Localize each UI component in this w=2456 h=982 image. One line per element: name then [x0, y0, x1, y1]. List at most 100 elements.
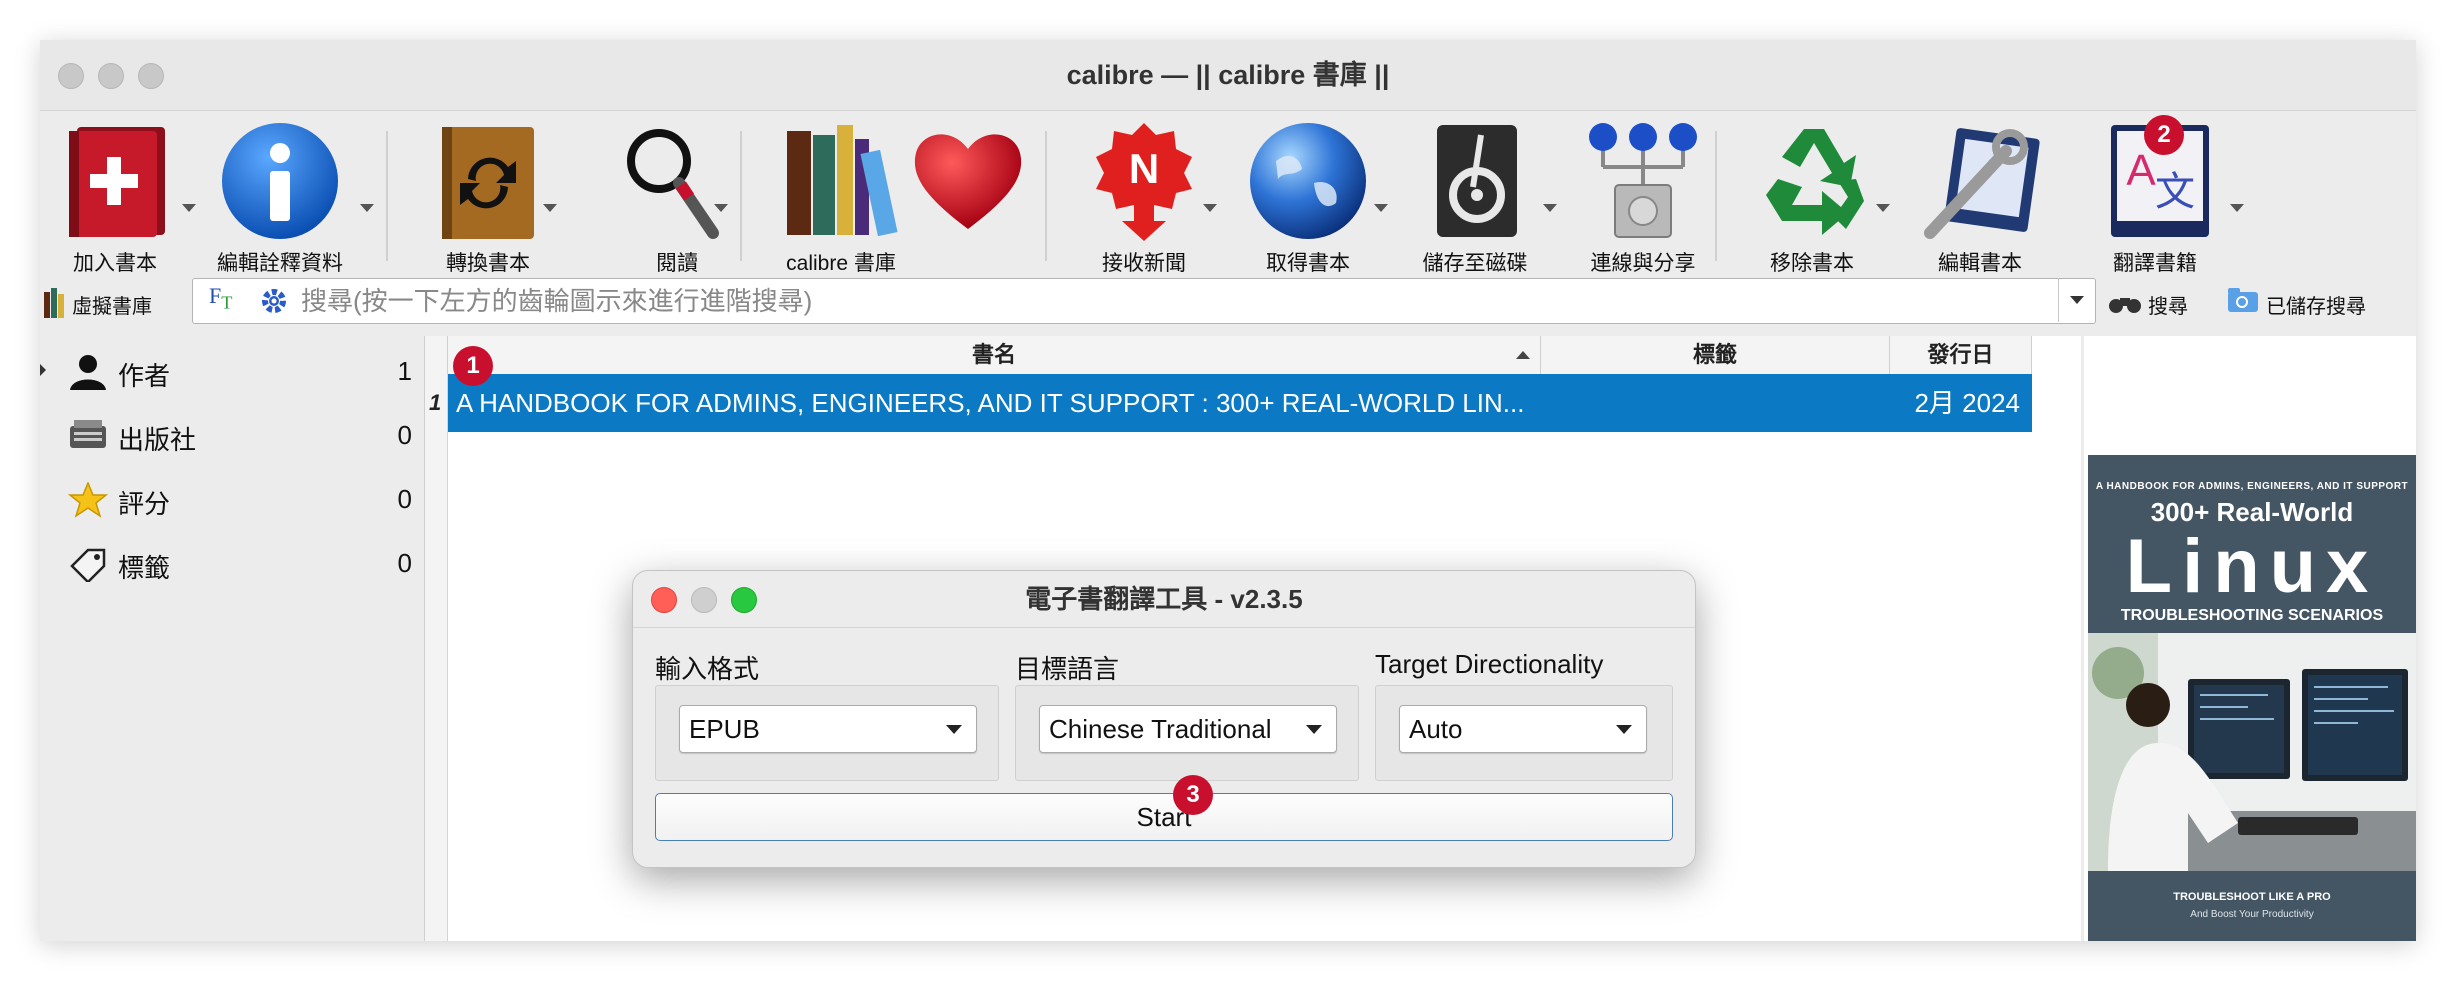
- tag-browser-label: 作者: [118, 361, 171, 391]
- globe-icon: [1248, 121, 1368, 241]
- tag-icon: [70, 548, 106, 582]
- tag-browser-item-rating[interactable]: 評分 0: [50, 472, 420, 528]
- book-date-cell: 2月 2024: [1914, 388, 2020, 418]
- person-icon: [70, 355, 106, 390]
- input-format-select[interactable]: EPUB: [679, 705, 977, 753]
- toolbar-separator: [740, 131, 742, 261]
- full-text-search-icon[interactable]: FT: [209, 283, 232, 313]
- svg-text:N: N: [1129, 145, 1159, 192]
- row-number-gutter: 1: [425, 374, 448, 941]
- expand-arrow-icon[interactable]: [40, 364, 46, 376]
- tag-browser-count: 0: [397, 548, 412, 578]
- book-title-cell: A HANDBOOK FOR ADMINS, ENGINEERS, AND IT…: [456, 388, 1525, 418]
- chevron-down-icon: [946, 725, 962, 734]
- step-badge-2: 2: [2144, 115, 2184, 155]
- toolbar-donate[interactable]: [893, 121, 1043, 281]
- fetch-news-dropdown[interactable]: [1203, 204, 1217, 212]
- target-language-select[interactable]: Chinese Traditional: [1039, 705, 1337, 753]
- toolbar-read[interactable]: 閱讀: [602, 121, 752, 281]
- translation-dialog: 電子書翻譯工具 - v2.3.5 輸入格式 EPUB 目標語言 Chinese …: [632, 570, 1696, 868]
- toolbar-separator: [1045, 131, 1047, 261]
- tag-browser: 作者 1 出版社 0 評分 0 標籤 0: [40, 340, 420, 941]
- row-number: 1: [429, 390, 442, 415]
- start-button[interactable]: Start: [655, 793, 1673, 841]
- sort-ascending-icon: [1516, 351, 1530, 359]
- chevron-down-icon: [1306, 725, 1322, 734]
- table-row[interactable]: A HANDBOOK FOR ADMINS, ENGINEERS, AND IT…: [448, 374, 2032, 432]
- column-header-tags[interactable]: 標籤: [1541, 336, 1890, 375]
- info-icon: [220, 121, 340, 241]
- target-direction-select[interactable]: Auto: [1399, 705, 1647, 753]
- remove-book-dropdown[interactable]: [1876, 204, 1890, 212]
- star-icon: [68, 482, 108, 518]
- get-books-dropdown[interactable]: [1374, 204, 1388, 212]
- saved-search-folder-icon: [2228, 288, 2258, 312]
- target-direction-label: Target Directionality: [1375, 649, 1604, 679]
- toolbar-remove-book[interactable]: 移除書本: [1737, 121, 1887, 281]
- saved-search-button[interactable]: 已儲存搜尋: [2228, 282, 2378, 322]
- column-header-title-label: 書名: [971, 342, 1016, 367]
- cover-line4: TROUBLESHOOTING SCENARIOS: [2120, 607, 2384, 624]
- cover-panel: A HANDBOOK FOR ADMINS, ENGINEERS, AND IT…: [2084, 336, 2416, 941]
- cover-top-line: A HANDBOOK FOR ADMINS, ENGINEERS, AND IT…: [2095, 481, 2409, 492]
- toolbar-edit-metadata[interactable]: 編輯詮釋資料: [205, 121, 355, 281]
- toolbar-save-to-disk[interactable]: 儲存至磁碟: [1400, 121, 1550, 281]
- tag-browser-label: 標籤: [118, 553, 171, 583]
- toolbar-fetch-news[interactable]: N 接收新聞: [1069, 121, 1219, 281]
- toolbar-connect-share[interactable]: 連線與分享: [1568, 121, 1718, 281]
- save-to-disk-dropdown[interactable]: [1543, 204, 1557, 212]
- window-title: calibre — || calibre 書庫 ||: [1066, 60, 1390, 90]
- column-header-date[interactable]: 發行日: [1890, 336, 2032, 375]
- virtual-library-label: 虛擬書庫: [72, 296, 152, 318]
- toolbar-edit-book[interactable]: 編輯書本: [1905, 121, 2055, 281]
- edit-metadata-dropdown[interactable]: [360, 204, 374, 212]
- recycle-icon: [1752, 121, 1872, 241]
- publisher-icon: [70, 420, 106, 448]
- search-row: 虛擬書庫 FT 搜尋(按一下左方的齒輪圖示來進行進階搜尋) 搜尋 已儲存搜尋: [40, 270, 2416, 336]
- column-header-title[interactable]: 書名: [448, 336, 1541, 375]
- tag-browser-item-publisher[interactable]: 出版社 0: [50, 408, 420, 464]
- input-format-label: 輸入格式: [655, 654, 760, 684]
- toolbar-separator: [1715, 131, 1717, 261]
- search-history-dropdown[interactable]: [2058, 278, 2095, 322]
- translate-book-dropdown[interactable]: [2230, 204, 2244, 212]
- row-number-header: [425, 336, 448, 375]
- convert-book-dropdown[interactable]: [543, 204, 557, 212]
- cover-title: Linux: [2125, 524, 2379, 609]
- toolbar-convert-book[interactable]: 轉換書本: [413, 121, 563, 281]
- edit-book-icon: [1920, 121, 2040, 241]
- tag-browser-count: 0: [397, 420, 412, 450]
- column-header-tags-label: 標籤: [1692, 342, 1737, 367]
- search-button[interactable]: 搜尋: [2108, 282, 2198, 322]
- heart-icon: [908, 121, 1028, 241]
- binoculars-icon: [2109, 298, 2141, 313]
- gear-icon[interactable]: [259, 286, 289, 316]
- add-book-dropdown[interactable]: [182, 204, 196, 212]
- search-input[interactable]: FT 搜尋(按一下左方的齒輪圖示來進行進階搜尋): [192, 278, 2096, 324]
- search-button-label: 搜尋: [2148, 296, 2188, 318]
- target-language-label: 目標語言: [1015, 654, 1120, 684]
- title-bar: calibre — || calibre 書庫 ||: [40, 40, 2416, 111]
- cover-footer2: And Boost Your Productivity: [2190, 909, 2314, 920]
- target-language-value: Chinese Traditional: [1049, 714, 1272, 744]
- saved-search-label: 已儲存搜尋: [2266, 296, 2366, 318]
- book-cover[interactable]: A HANDBOOK FOR ADMINS, ENGINEERS, AND IT…: [2088, 455, 2416, 941]
- library-books-icon: [781, 121, 901, 241]
- toolbar-get-books[interactable]: 取得書本: [1233, 121, 1383, 281]
- target-direction-value: Auto: [1409, 714, 1463, 744]
- step-badge-1: 1: [453, 346, 493, 386]
- tag-browser-count: 1: [397, 356, 412, 386]
- input-format-value: EPUB: [689, 714, 760, 744]
- read-dropdown[interactable]: [714, 204, 728, 212]
- tag-browser-count: 0: [397, 484, 412, 514]
- toolbar-separator: [386, 131, 388, 261]
- news-icon: N: [1084, 121, 1204, 241]
- search-placeholder: 搜尋(按一下左方的齒輪圖示來進行進階搜尋): [301, 286, 813, 316]
- svg-text:文: 文: [2155, 169, 2195, 215]
- toolbar-add-book[interactable]: 加入書本: [40, 121, 190, 281]
- cover-illustration: [2088, 633, 2416, 871]
- svg-text:A: A: [2126, 146, 2156, 195]
- tag-browser-item-tags[interactable]: 標籤 0: [50, 536, 420, 592]
- tag-browser-item-authors[interactable]: 作者 1: [50, 344, 420, 400]
- dialog-divider: [633, 627, 1695, 628]
